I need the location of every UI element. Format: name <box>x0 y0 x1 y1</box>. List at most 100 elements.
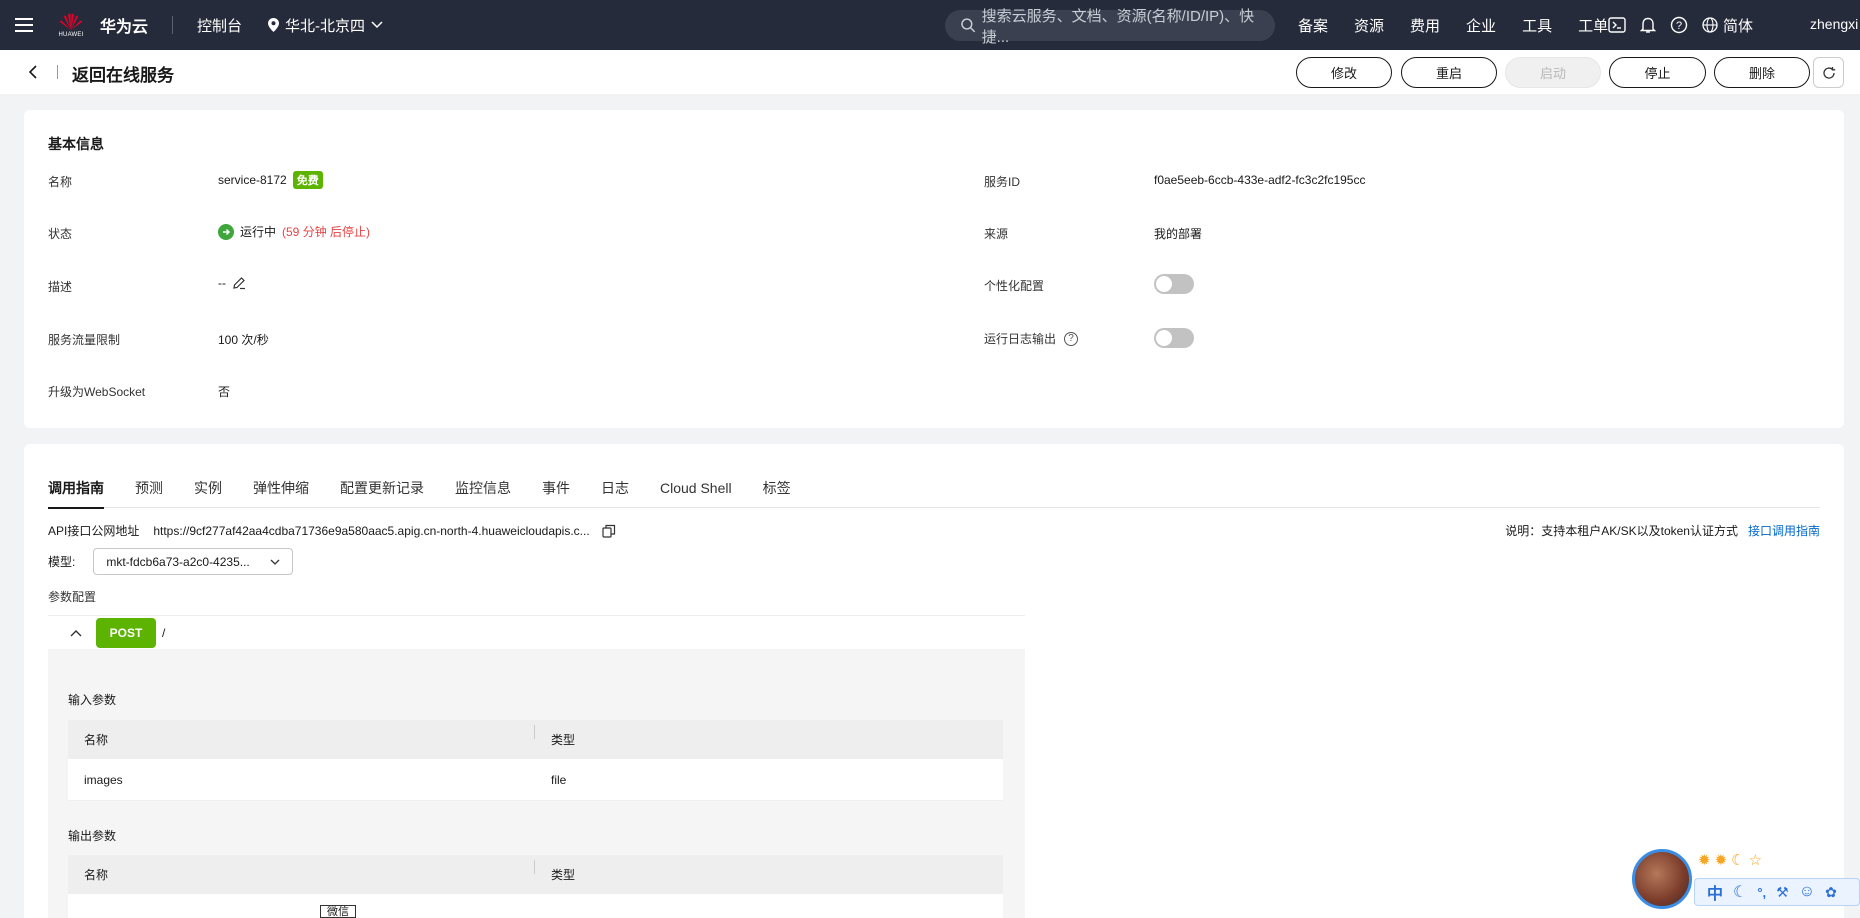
input-params-table: 名称 类型 images file <box>68 720 1003 801</box>
language-selector[interactable]: 简体 <box>1702 15 1753 36</box>
status-text: 运行中 <box>240 225 277 239</box>
model-select-value: mkt-fdcb6a73-a2c0-4235... <box>106 554 250 569</box>
run-log-label: 运行日志输出 <box>984 332 1057 346</box>
sun-icon: ✹ <box>1698 852 1711 869</box>
model-row: 模型: mkt-fdcb6a73-a2c0-4235... <box>48 548 294 575</box>
route-path: / <box>162 625 166 640</box>
refresh-icon <box>1822 66 1835 79</box>
page-title: 返回在线服务 <box>72 66 174 85</box>
basic-info-card: 基本信息 名称 service-8172 免费 状态 运行中 (59 分钟 后停… <box>24 110 1844 428</box>
wrench-icon[interactable]: ⚒ <box>1776 884 1789 901</box>
service-name: service-8172 <box>218 173 287 187</box>
emoji-icon[interactable]: ☺ <box>1799 883 1815 901</box>
sun-icon: ✹ <box>1714 852 1728 869</box>
back-arrow-icon[interactable] <box>28 64 38 80</box>
bell-icon[interactable] <box>1640 16 1656 34</box>
tab-cloud-shell[interactable]: Cloud Shell <box>660 476 732 508</box>
input-params-title: 输入参数 <box>68 693 117 707</box>
tab-monitoring[interactable]: 监控信息 <box>455 476 511 508</box>
call-guide-link[interactable]: 接口调用指南 <box>1748 522 1820 539</box>
top-navbar: HUAWEI 华为云 控制台 华北-北京四 搜索云服务、文档、资源(名称/ID/… <box>0 0 1860 50</box>
global-search-input[interactable]: 搜索云服务、文档、资源(名称/ID/IP)、快捷... <box>945 8 1275 46</box>
name-value: service-8172 免费 <box>218 171 323 189</box>
tab-events[interactable]: 事件 <box>542 476 570 508</box>
status-label: 状态 <box>48 227 73 241</box>
tab-tags[interactable]: 标签 <box>763 476 791 508</box>
moon-icon: ☾ <box>1731 852 1745 869</box>
route-header[interactable]: POST / <box>48 615 1025 649</box>
restart-button[interactable]: 重启 <box>1401 57 1497 88</box>
moon-icon[interactable]: ☾ <box>1733 882 1747 902</box>
model-select[interactable]: mkt-fdcb6a73-a2c0-4235... <box>93 548 294 575</box>
modify-button[interactable]: 修改 <box>1296 57 1392 88</box>
free-badge: 免费 <box>292 171 323 189</box>
column-header-type: 类型 <box>551 733 576 747</box>
source-label: 来源 <box>984 227 1009 241</box>
refresh-button[interactable] <box>1813 57 1844 88</box>
region-selector[interactable]: 华北-北京四 <box>268 15 383 36</box>
custom-config-toggle[interactable] <box>1154 274 1194 294</box>
delete-button[interactable]: 删除 <box>1714 57 1810 88</box>
api-address-row: API接口公网地址 https://9cf277af42aa4cdba71736… <box>48 522 616 539</box>
edit-pencil-icon[interactable] <box>232 276 246 290</box>
tab-config-history[interactable]: 配置更新记录 <box>340 476 424 508</box>
huawei-wordmark: HUAWEI <box>58 31 84 38</box>
description-value: -- <box>218 276 246 290</box>
tab-instances[interactable]: 实例 <box>194 476 222 508</box>
table-header: 名称 类型 <box>68 720 1003 759</box>
tab-call-guide[interactable]: 调用指南 <box>48 476 104 509</box>
region-label: 华北-北京四 <box>285 17 366 35</box>
huawei-cloud-logo[interactable]: HUAWEI 华为云 <box>54 8 148 42</box>
copy-icon[interactable] <box>602 524 616 538</box>
output-params-title: 输出参数 <box>68 829 117 843</box>
param-panel: 输入参数 名称 类型 images file 输出参数 名称 类型 <box>48 649 1025 918</box>
stop-button[interactable]: 停止 <box>1609 57 1706 88</box>
chevron-down-icon <box>270 559 280 565</box>
param-type: file <box>551 772 567 787</box>
run-log-label-wrap: 运行日志输出 ? <box>984 330 1079 347</box>
column-header-name: 名称 <box>68 725 535 748</box>
top-icons: ? 简体 <box>1608 0 1753 50</box>
param-name: images <box>84 772 123 787</box>
tab-predict[interactable]: 预测 <box>135 476 163 508</box>
chevron-up-icon[interactable] <box>70 629 82 637</box>
skin-icon[interactable]: ✿ <box>1825 884 1837 901</box>
nav-link-tickets[interactable]: 工单 <box>1578 15 1608 36</box>
location-pin-icon <box>268 18 280 32</box>
nav-link-tools[interactable]: 工具 <box>1522 15 1552 36</box>
console-link[interactable]: 控制台 <box>197 15 242 36</box>
table-header: 名称 类型 <box>68 855 1003 894</box>
ime-toolbar[interactable]: 中 ☾ °, ⚒ ☺ ✿ <box>1694 878 1860 906</box>
level-stars: ✹ ✹ ☾ ☆ <box>1698 851 1762 869</box>
page-header: 返回在线服务 修改 重启 启动 停止 删除 <box>0 50 1860 94</box>
output-params-table: 名称 类型 <box>68 855 1003 918</box>
nav-link-billing[interactable]: 费用 <box>1410 15 1440 36</box>
nav-link-filing[interactable]: 备案 <box>1298 15 1328 36</box>
ime-mode-label[interactable]: 中 <box>1707 880 1723 904</box>
nav-link-enterprise[interactable]: 企业 <box>1466 15 1496 36</box>
flow-limit-label: 服务流量限制 <box>48 333 121 347</box>
hamburger-menu-icon[interactable] <box>0 0 48 50</box>
flow-limit-value: 100 次/秒 <box>218 333 269 347</box>
auth-note-text: 说明：支持本租户AK/SK以及token认证方式 <box>1505 524 1738 538</box>
chevron-down-icon <box>371 21 383 29</box>
terminal-icon[interactable] <box>1608 17 1626 33</box>
run-log-toggle[interactable] <box>1154 328 1194 348</box>
nav-link-resources[interactable]: 资源 <box>1354 15 1384 36</box>
tab-autoscaling[interactable]: 弹性伸缩 <box>253 476 309 508</box>
tab-logs[interactable]: 日志 <box>601 476 629 508</box>
language-label: 简体 <box>1723 17 1754 35</box>
punctuation-icon[interactable]: °, <box>1757 885 1766 900</box>
star-icon: ☆ <box>1748 852 1763 869</box>
column-header-name: 名称 <box>68 860 535 883</box>
help-icon[interactable]: ? <box>1670 16 1688 34</box>
section-title: 基本信息 <box>48 136 104 152</box>
avatar[interactable] <box>1632 849 1692 909</box>
api-address-label: API接口公网地址 <box>48 524 140 538</box>
username[interactable]: zhengxi <box>1810 16 1858 32</box>
svg-text:?: ? <box>1676 20 1682 32</box>
start-button[interactable]: 启动 <box>1505 57 1601 88</box>
tab-bar: 调用指南 预测 实例 弹性伸缩 配置更新记录 监控信息 事件 日志 Cloud … <box>48 476 1820 509</box>
help-circle-icon[interactable]: ? <box>1064 331 1079 346</box>
auth-note: 说明：支持本租户AK/SK以及token认证方式 接口调用指南 <box>1505 522 1820 539</box>
